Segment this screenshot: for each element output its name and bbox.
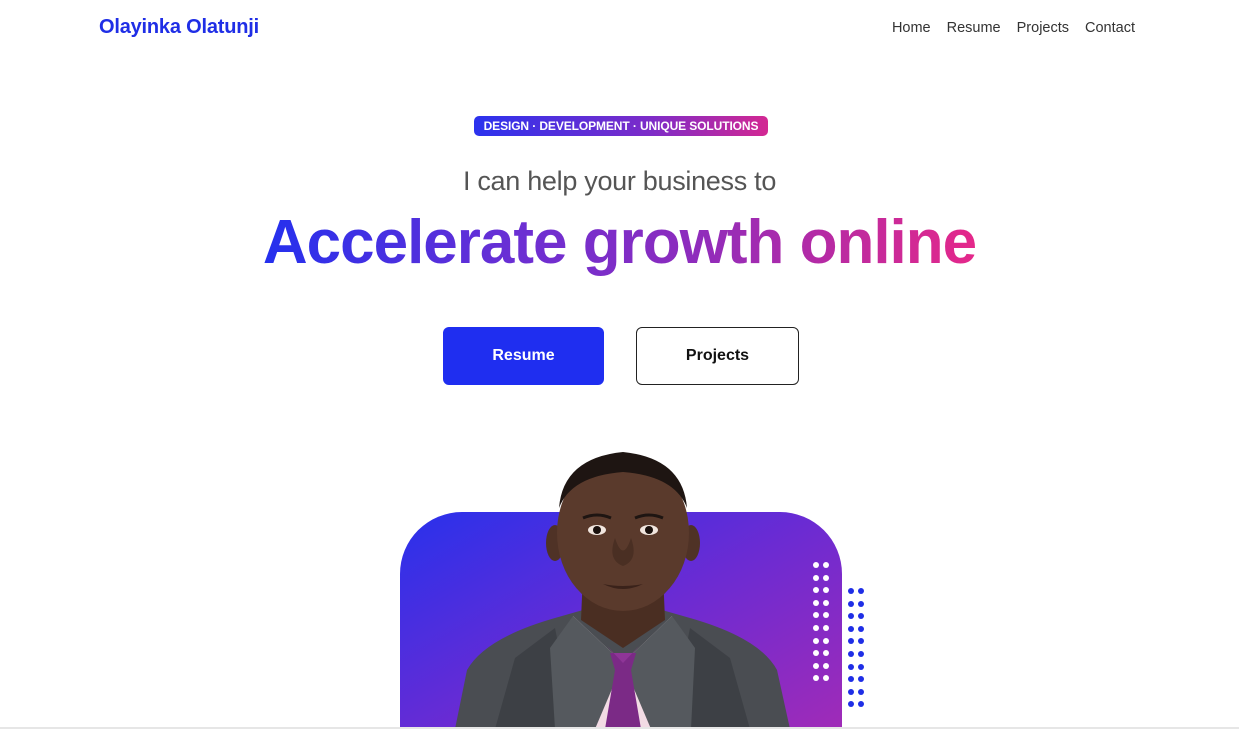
dot — [848, 588, 854, 594]
dot — [823, 587, 829, 594]
page: Olayinka Olatunji Home Resume Projects C… — [0, 0, 1239, 729]
projects-button[interactable]: Projects — [636, 327, 799, 385]
hero-headline: Accelerate growth online — [0, 205, 1239, 281]
dot — [813, 625, 819, 631]
dot — [813, 650, 819, 657]
nav-resume[interactable]: Resume — [947, 20, 1001, 36]
nav-contact[interactable]: Contact — [1085, 20, 1135, 36]
main-nav: Home Resume Projects Contact — [892, 20, 1135, 36]
dot — [848, 600, 854, 607]
dot — [848, 701, 854, 708]
dot — [813, 574, 819, 581]
dot — [858, 688, 864, 695]
hero-headline-text: Accelerate growth online — [262, 208, 977, 277]
dot — [858, 701, 864, 708]
dot — [823, 662, 829, 669]
dot — [813, 562, 819, 568]
dot — [848, 625, 854, 632]
dot — [813, 587, 819, 594]
dot — [848, 613, 854, 620]
dot-grid-white-icon — [813, 562, 833, 682]
dot — [813, 612, 819, 619]
dot — [823, 650, 829, 657]
dot — [858, 600, 864, 607]
dot — [813, 675, 819, 682]
dot — [823, 612, 829, 619]
services-badge: DESIGN · DEVELOPMENT · UNIQUE SOLUTIONS — [474, 116, 768, 136]
dot — [858, 588, 864, 594]
dot — [848, 663, 854, 670]
dot-grid-blue-icon — [848, 588, 868, 708]
dot — [813, 662, 819, 669]
dot — [858, 663, 864, 670]
dot — [858, 638, 864, 645]
brand-logo[interactable]: Olayinka Olatunji — [99, 16, 259, 39]
dot — [848, 638, 854, 645]
nav-projects[interactable]: Projects — [1017, 20, 1069, 36]
dot — [848, 688, 854, 695]
dot — [848, 676, 854, 683]
hero-subheading: I can help your business to — [462, 166, 777, 196]
dot — [848, 651, 854, 657]
dot — [858, 676, 864, 683]
dot — [813, 637, 819, 644]
dot — [858, 651, 864, 657]
dot — [823, 574, 829, 581]
dot — [823, 675, 829, 682]
dot — [858, 625, 864, 632]
nav-home[interactable]: Home — [892, 20, 931, 36]
dot — [823, 637, 829, 644]
portrait-photo-icon — [455, 452, 790, 729]
resume-button[interactable]: Resume — [443, 327, 604, 385]
dot — [813, 599, 819, 606]
dot — [823, 599, 829, 606]
dot — [823, 562, 829, 568]
dot — [858, 613, 864, 620]
dot — [823, 625, 829, 631]
